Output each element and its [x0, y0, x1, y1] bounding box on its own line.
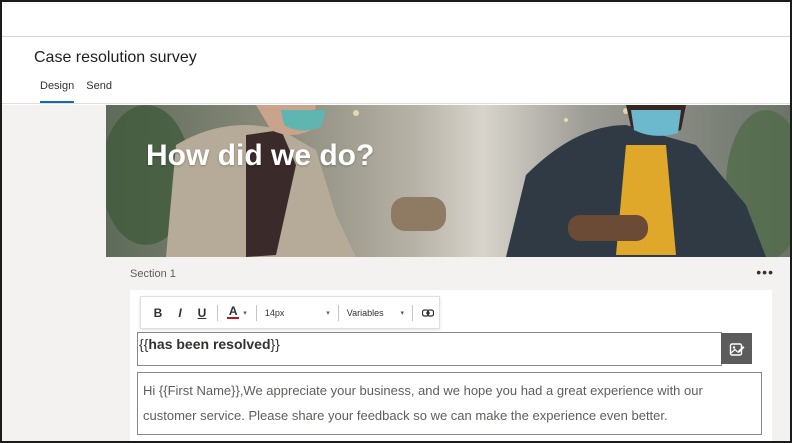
font-color-label: A: [228, 304, 238, 318]
chevron-down-icon: ▾: [243, 309, 247, 317]
toolbar-divider: [217, 304, 218, 321]
heading-prefix: {{: [139, 336, 149, 352]
more-icon[interactable]: •••: [756, 264, 774, 280]
font-size-value: 14px: [264, 307, 285, 318]
edit-image-button[interactable]: [721, 333, 752, 364]
section-label: Section 1: [130, 268, 176, 280]
question-heading-field[interactable]: {{has been resolved}}: [137, 332, 722, 366]
heading-variable: has been resolved: [148, 336, 271, 352]
variables-label: Variables: [346, 307, 384, 318]
font-color-icon: A: [227, 304, 240, 319]
bold-label: B: [153, 305, 163, 320]
underline-label: U: [197, 305, 207, 320]
variables-dropdown[interactable]: Variables ▾: [343, 302, 408, 324]
header-image[interactable]: How did we do?: [106, 105, 790, 257]
tab-list: Design Send: [34, 79, 118, 103]
link-icon: [421, 308, 434, 317]
chevron-down-icon: ▾: [400, 309, 405, 317]
left-panel: [2, 105, 106, 441]
app-window: Case resolution survey Design Send How d…: [0, 0, 792, 443]
font-color-button[interactable]: A ▾: [222, 302, 252, 324]
chevron-down-icon: ▾: [326, 309, 330, 317]
bold-button[interactable]: B: [147, 302, 169, 324]
link-button[interactable]: [417, 302, 439, 324]
page-title: Case resolution survey: [34, 49, 197, 66]
tab-design[interactable]: Design: [34, 79, 80, 103]
header-photo: [106, 105, 790, 257]
toolbar-divider: [337, 304, 339, 321]
toolbar-divider: [412, 304, 413, 321]
heading-suffix: }}: [270, 336, 280, 352]
underline-button[interactable]: U: [191, 302, 213, 324]
italic-button[interactable]: I: [169, 302, 191, 324]
tab-send[interactable]: Send: [80, 79, 118, 103]
top-bar: [2, 2, 790, 37]
italic-label: I: [178, 305, 182, 320]
edit-image-icon: [729, 342, 744, 356]
question-body-field[interactable]: Hi {{First Name}},We appreciate your bus…: [137, 372, 762, 435]
page-header: Case resolution survey Design Send: [2, 38, 790, 104]
rich-text-toolbar: B I U A ▾ 14px ▾ Variables ▾: [140, 296, 440, 329]
hero-title[interactable]: How did we do?: [146, 139, 374, 173]
font-size-dropdown[interactable]: 14px ▾: [261, 302, 334, 324]
font-color-swatch: [227, 317, 240, 319]
toolbar-divider: [255, 304, 257, 321]
survey-canvas: How did we do? Section 1 ••• B I U A ▾ 1…: [106, 105, 790, 441]
